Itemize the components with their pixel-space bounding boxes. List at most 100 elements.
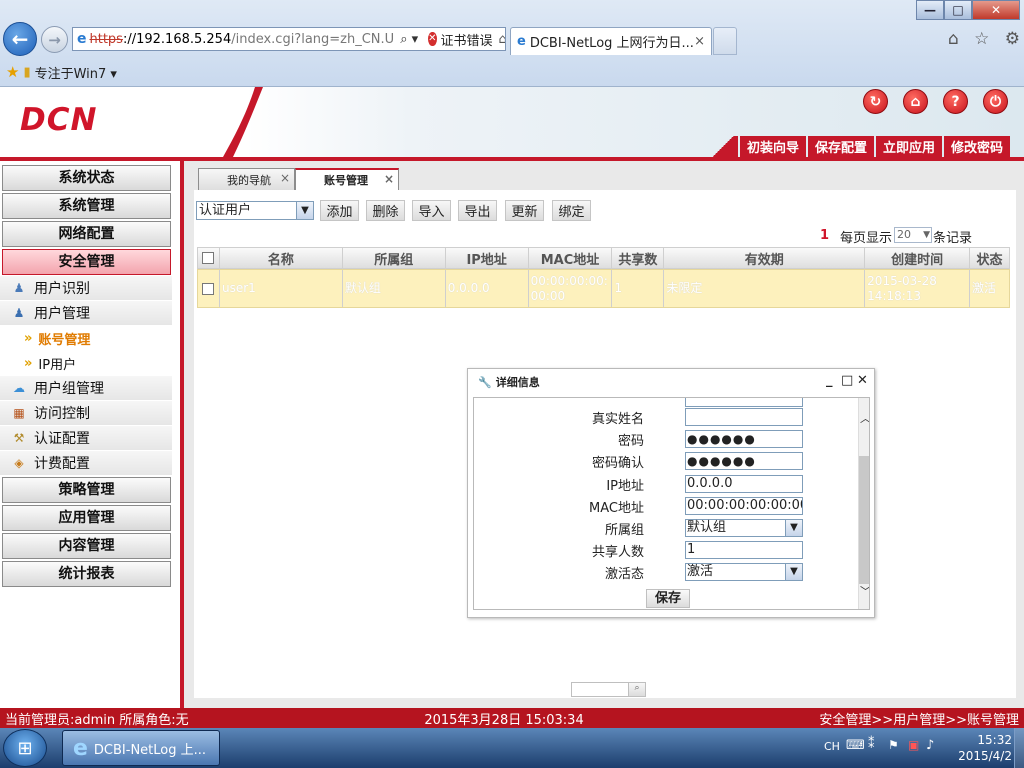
settings-gear-icon[interactable]: ⚙ xyxy=(1005,29,1020,51)
dialog-maximize-icon[interactable]: □ xyxy=(841,373,853,388)
per-page-select[interactable]: 20 ▼ xyxy=(894,227,932,243)
nav-app-management[interactable]: 应用管理 xyxy=(2,505,171,531)
password-field[interactable]: ●●●●●● xyxy=(685,430,803,448)
activation-select[interactable]: 激活 ▼ xyxy=(685,563,803,581)
clock[interactable]: 15:32 2015/4/2 xyxy=(942,732,1012,764)
sidebar-item-user-management[interactable]: ♟ 用户管理 xyxy=(0,301,172,325)
refresh-icon[interactable]: ↻ xyxy=(863,89,888,114)
home-browser-icon[interactable]: ⌂ xyxy=(948,29,959,51)
nav-content-management[interactable]: 内容管理 xyxy=(2,533,171,559)
close-window-button[interactable]: ✕ xyxy=(972,0,1020,20)
start-button[interactable]: ⊞ xyxy=(3,729,47,767)
scroll-thumb[interactable] xyxy=(859,456,869,584)
bottom-search-input[interactable] xyxy=(571,682,629,697)
tab-account-management[interactable]: 账号管理 × xyxy=(295,168,399,190)
search-icon[interactable]: ⌕ xyxy=(628,682,646,697)
change-password-button[interactable]: 修改密码 xyxy=(944,136,1011,157)
new-tab-button[interactable] xyxy=(713,27,737,55)
cert-error-label[interactable]: 证书错误 xyxy=(441,30,493,49)
close-tab-icon[interactable]: × xyxy=(694,34,705,49)
sidebar-item-group-management[interactable]: ☁ 用户组管理 xyxy=(0,376,172,400)
password-confirm-field[interactable]: ●●●●●● xyxy=(685,452,803,470)
save-button[interactable]: 保存 xyxy=(646,589,690,608)
save-config-button[interactable]: 保存配置 xyxy=(808,136,875,157)
scroll-down-icon[interactable]: ﹀ xyxy=(859,583,869,599)
row-checkbox[interactable] xyxy=(202,282,215,295)
address-search-icon[interactable]: ⌕ ▾ xyxy=(400,32,418,47)
keyboard-icon[interactable]: ⌨ xyxy=(846,738,865,753)
ip-address-field[interactable]: 0.0.0.0 xyxy=(685,475,803,493)
record-count: 1 xyxy=(820,228,830,243)
browser-tab[interactable]: e DCBI-NetLog 上网行为日... × xyxy=(510,27,712,55)
col-mac[interactable]: MAC地址 xyxy=(529,248,613,268)
home-icon[interactable]: ⌂ xyxy=(903,89,928,114)
favorites-add-icon[interactable]: ★ xyxy=(6,63,19,81)
username-field[interactable] xyxy=(685,398,803,407)
close-tab-icon[interactable]: × xyxy=(384,172,394,186)
dialog-scrollbar[interactable]: ︿ ﹀ xyxy=(858,398,869,609)
real-name-field[interactable] xyxy=(685,408,803,426)
favorites-star-icon[interactable]: ☆ xyxy=(974,29,989,51)
sidebar-item-account-management[interactable]: » 账号管理 xyxy=(0,326,172,350)
sidebar-item-label: 用户识别 xyxy=(34,281,90,297)
taskbar-app-button[interactable]: e DCBI-NetLog 上... xyxy=(62,730,220,766)
address-bar[interactable]: e https://192.168.5.254/index.cgi?lang=z… xyxy=(72,27,506,51)
nav-system-management[interactable]: 系统管理 xyxy=(2,193,171,219)
col-group[interactable]: 所属组 xyxy=(343,248,446,268)
dialog-close-icon[interactable]: ✕ xyxy=(857,373,868,388)
compat-icon[interactable]: ⌂ xyxy=(499,32,505,47)
tab-my-navigation[interactable]: 我的导航 × xyxy=(198,168,295,190)
minimize-window-button[interactable]: — xyxy=(916,0,944,20)
col-created[interactable]: 创建时间 xyxy=(865,248,971,268)
col-status[interactable]: 状态 xyxy=(970,248,1009,268)
import-button[interactable]: 导入 xyxy=(412,200,451,221)
close-tab-icon[interactable]: × xyxy=(280,171,290,185)
sidebar-item-access-control[interactable]: ▦ 访问控制 xyxy=(0,401,172,425)
add-button[interactable]: 添加 xyxy=(320,200,359,221)
scroll-up-icon[interactable]: ︿ xyxy=(859,410,869,426)
group-select[interactable]: 默认组 ▼ xyxy=(685,519,803,537)
col-name[interactable]: 名称 xyxy=(220,248,343,268)
sidebar-item-auth-config[interactable]: ⚒ 认证配置 xyxy=(0,426,172,450)
update-button[interactable]: 更新 xyxy=(505,200,544,221)
col-validity[interactable]: 有效期 xyxy=(664,248,866,268)
table-header: 名称 所属组 IP地址 MAC地址 共享数 有效期 创建时间 状态 xyxy=(197,247,1010,269)
user-type-select[interactable]: 认证用户 ▼ xyxy=(196,201,314,220)
ime-icon[interactable]: ⁑ xyxy=(868,737,875,752)
nav-network-config[interactable]: 网络配置 xyxy=(2,221,171,247)
language-indicator[interactable]: CH xyxy=(824,740,840,753)
wizard-button[interactable]: 初装向导 xyxy=(740,136,807,157)
admin-info: 当前管理员:admin 所属角色:无 xyxy=(5,712,189,728)
delete-button[interactable]: 删除 xyxy=(366,200,405,221)
volume-icon[interactable]: ♪ xyxy=(926,738,934,753)
dialog-titlebar[interactable]: 🔧 详细信息 _ □ ✕ xyxy=(468,369,874,395)
mac-address-field[interactable]: 00:00:00:00:00:00 xyxy=(685,497,803,515)
col-share[interactable]: 共享数 xyxy=(612,248,665,268)
bind-button[interactable]: 绑定 xyxy=(552,200,591,221)
table-row[interactable]: user1 默认组 0.0.0.0 00:00:00:00:00:00 1 未限… xyxy=(197,269,1010,308)
maximize-window-button[interactable]: □ xyxy=(944,0,972,20)
favorite-folder-link[interactable]: 专注于Win7 ▾ xyxy=(35,63,117,82)
dialog-minimize-icon[interactable]: _ xyxy=(826,373,833,388)
col-ip[interactable]: IP地址 xyxy=(446,248,529,268)
logout-icon[interactable]: ⏻ xyxy=(983,89,1008,114)
nav-system-status[interactable]: 系统状态 xyxy=(2,165,171,191)
export-button[interactable]: 导出 xyxy=(458,200,497,221)
sidebar-item-ip-users[interactable]: » IP用户 xyxy=(0,351,172,375)
back-button[interactable]: ← xyxy=(3,22,37,56)
nav-security-management[interactable]: 安全管理 xyxy=(2,249,171,275)
show-desktop-button[interactable] xyxy=(1014,728,1024,768)
help-icon[interactable]: ? xyxy=(943,89,968,114)
sidebar-item-user-identification[interactable]: ♟ 用户识别 xyxy=(0,276,172,300)
apply-now-button[interactable]: 立即应用 xyxy=(876,136,943,157)
nav-statistics-reports[interactable]: 统计报表 xyxy=(2,561,171,587)
network-icon[interactable]: ▣ xyxy=(908,738,919,752)
group-icon: ☁ xyxy=(13,381,25,395)
nav-policy-management[interactable]: 策略管理 xyxy=(2,477,171,503)
sidebar-item-billing-config[interactable]: ◈ 计费配置 xyxy=(0,451,172,475)
select-all-checkbox[interactable] xyxy=(202,252,215,264)
sidebar: 系统状态 系统管理 网络配置 安全管理 ♟ 用户识别 ♟ 用户管理 » 账号管理 » I… xyxy=(0,161,180,708)
flag-icon[interactable]: ⚑ xyxy=(888,738,899,752)
forward-button[interactable]: → xyxy=(41,26,68,53)
share-count-field[interactable]: 1 xyxy=(685,541,803,559)
